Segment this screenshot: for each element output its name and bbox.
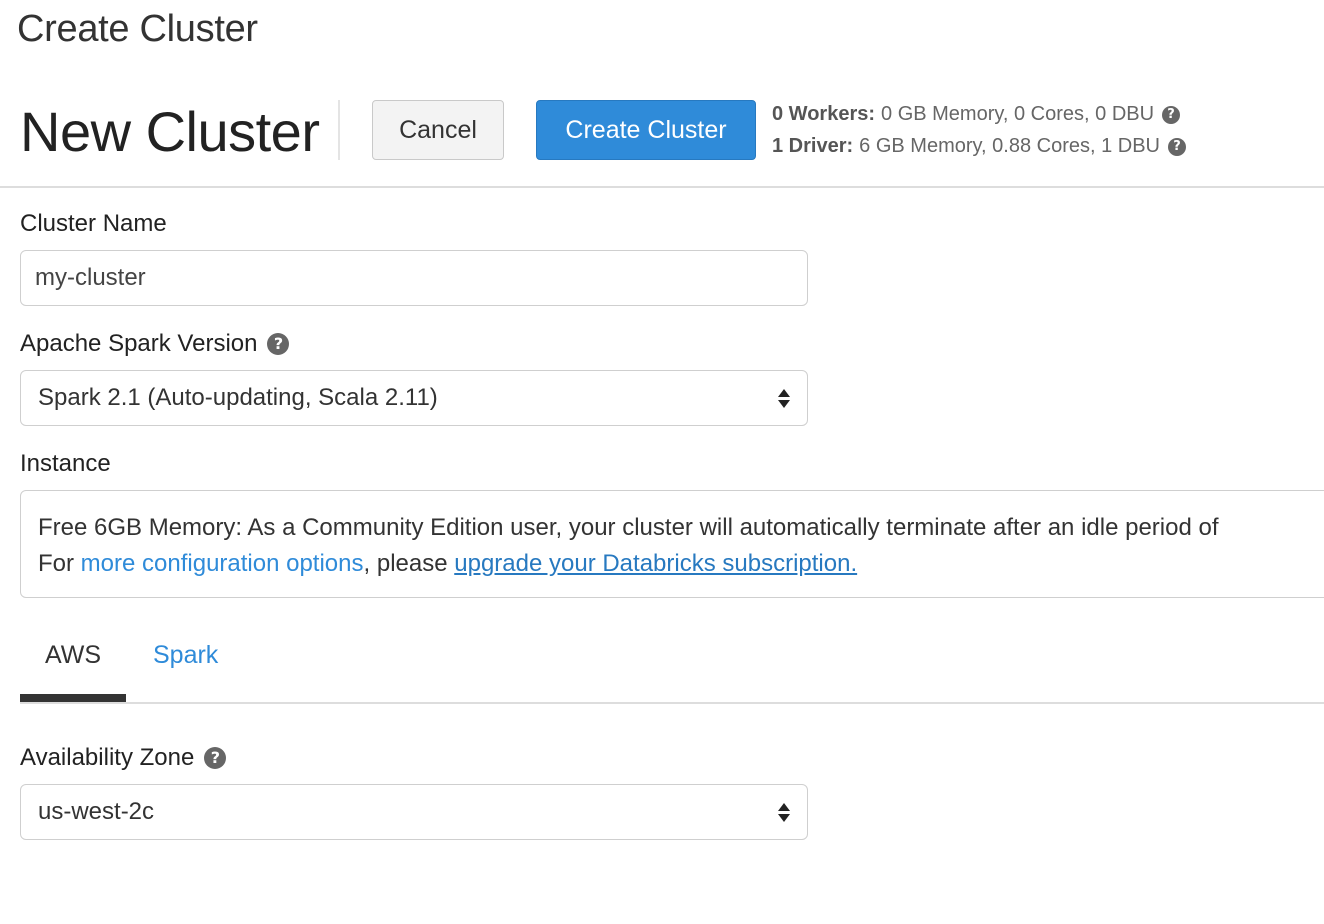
cluster-name-label: Cluster Name	[20, 210, 167, 237]
availability-zone-value: us-west-2c	[38, 798, 155, 825]
question-circle-icon[interactable]: ?	[1168, 137, 1186, 156]
cluster-title: New Cluster	[20, 100, 320, 163]
driver-summary: 1 Driver: 6 GB Memory, 0.88 Cores, 1 DBU…	[772, 135, 1186, 158]
workers-label: 0 Workers:	[772, 103, 876, 125]
up-down-arrows-icon	[777, 388, 791, 408]
question-circle-icon[interactable]: ?	[204, 747, 227, 769]
tabs-divider	[20, 702, 1324, 704]
active-tab-indicator	[20, 694, 126, 702]
spark-version-label-row: Apache Spark Version ?	[20, 330, 290, 358]
availability-zone-select[interactable]: us-west-2c	[20, 784, 808, 840]
instance-label: Instance	[20, 450, 111, 477]
spark-version-value: Spark 2.1 (Auto-updating, Scala 2.11)	[38, 384, 438, 411]
instance-text-line2: For more configuration options, please u…	[38, 546, 1324, 582]
instance-text-mid: , please	[363, 550, 455, 577]
tab-aws[interactable]: AWS	[20, 641, 126, 670]
instance-text-prefix: For	[38, 550, 81, 577]
instance-info-box: Free 6GB Memory: As a Community Edition …	[20, 490, 1324, 598]
cluster-name-field[interactable]	[20, 250, 808, 306]
cancel-button[interactable]: Cancel	[372, 100, 504, 160]
upgrade-subscription-link[interactable]: upgrade your Databricks subscription.	[454, 550, 857, 577]
more-configuration-options-link[interactable]: more configuration options	[81, 550, 364, 577]
workers-detail: 0 GB Memory, 0 Cores, 0 DBU	[881, 103, 1155, 125]
driver-label: 1 Driver:	[772, 135, 854, 157]
up-down-arrows-icon	[777, 802, 791, 822]
spark-version-select[interactable]: Spark 2.1 (Auto-updating, Scala 2.11)	[20, 370, 808, 426]
question-circle-icon[interactable]: ?	[267, 333, 290, 355]
create-cluster-button[interactable]: Create Cluster	[536, 100, 756, 160]
question-circle-icon[interactable]: ?	[1162, 105, 1181, 124]
spark-version-label: Apache Spark Version	[20, 330, 258, 357]
workers-summary: 0 Workers: 0 GB Memory, 0 Cores, 0 DBU ?	[772, 103, 1181, 126]
header-divider	[0, 186, 1324, 188]
title-divider	[338, 100, 340, 160]
driver-detail: 6 GB Memory, 0.88 Cores, 1 DBU	[859, 135, 1160, 157]
page-header: Create Cluster	[17, 8, 258, 50]
cluster-name-input[interactable]	[21, 251, 807, 305]
availability-zone-label: Availability Zone	[20, 744, 195, 771]
availability-zone-label-row: Availability Zone ?	[20, 744, 227, 772]
instance-text-line1: Free 6GB Memory: As a Community Edition …	[38, 514, 1219, 541]
tab-spark[interactable]: Spark	[153, 641, 218, 670]
